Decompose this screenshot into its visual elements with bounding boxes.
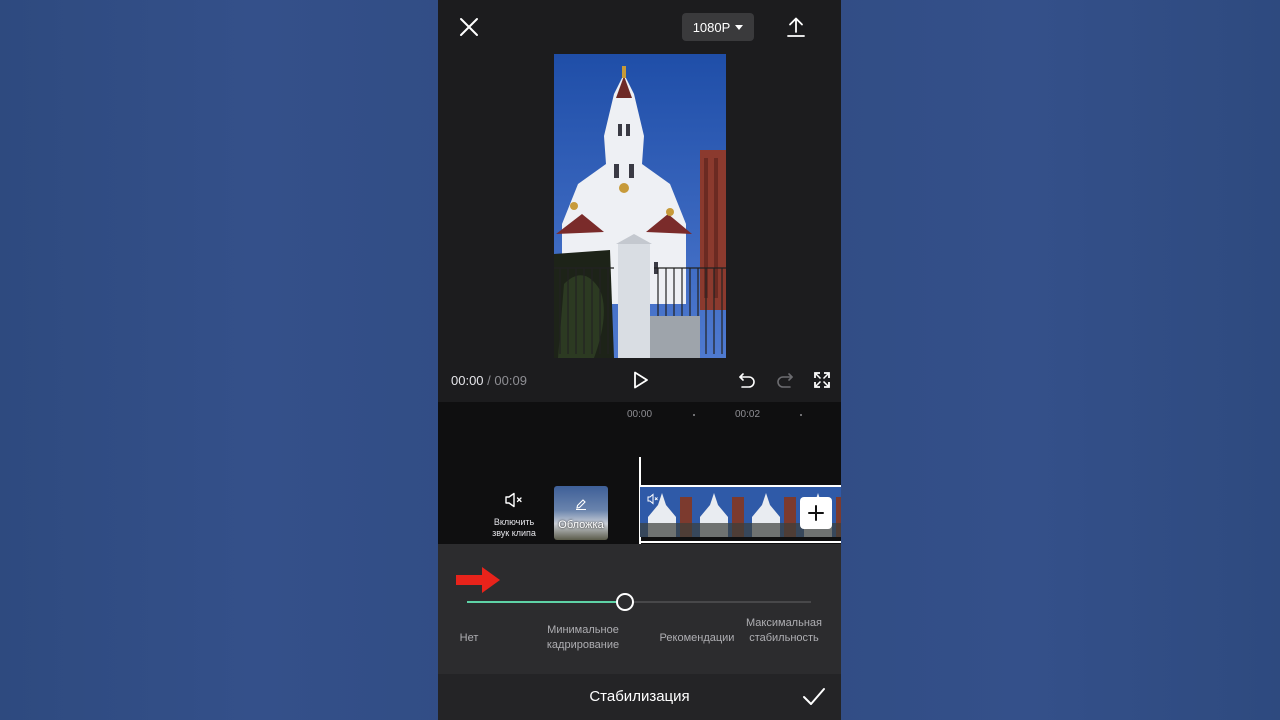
bottom-bar: Стабилизация — [438, 674, 841, 720]
close-button[interactable] — [458, 16, 480, 38]
plus-icon — [808, 505, 824, 521]
fullscreen-button[interactable] — [813, 371, 831, 389]
option-recommended[interactable]: Рекомендации — [654, 631, 740, 646]
current-time: 00:00 — [451, 373, 484, 388]
resolution-label: 1080P — [692, 19, 731, 35]
ruler-label-2s: 00:02 — [735, 409, 761, 420]
caret-down-icon — [735, 24, 744, 30]
clip-muted-icon — [647, 493, 658, 505]
cover-label: Обложка — [558, 519, 604, 531]
pencil-icon — [576, 499, 586, 510]
confirm-button[interactable] — [802, 686, 826, 708]
enable-clip-audio-button[interactable]: Включить звук клипа — [484, 492, 544, 539]
time-separator: / — [487, 373, 491, 388]
ruler-label-start: 00:00 — [627, 409, 653, 420]
editor-screen: 1080P 00:00 / 00:09 00:00 00:02 Включить… — [438, 0, 841, 720]
slider-fill — [467, 601, 626, 603]
resolution-button[interactable]: 1080P — [682, 13, 754, 41]
checkmark-icon — [803, 688, 825, 705]
enable-clip-audio-label: Включить звук клипа — [492, 517, 536, 538]
redo-button — [776, 371, 794, 389]
option-minimal-crop[interactable]: Минимальное кадрирование — [538, 623, 628, 653]
fullscreen-icon — [814, 372, 830, 388]
slider-knob[interactable] — [616, 593, 635, 611]
play-button[interactable] — [630, 370, 650, 390]
video-preview[interactable] — [554, 54, 726, 358]
ruler-dot — [800, 414, 802, 416]
stabilization-slider[interactable] — [467, 593, 811, 611]
timeline[interactable]: 00:00 00:02 Включить звук клипа Обложка — [438, 402, 841, 544]
stabilization-panel: Нет Минимальное кадрирование Рекомендаци… — [438, 544, 841, 674]
redo-icon — [777, 373, 793, 388]
undo-button[interactable] — [738, 371, 756, 389]
video-frame-image — [554, 54, 726, 358]
option-none[interactable]: Нет — [450, 631, 488, 646]
total-time: 00:09 — [494, 373, 527, 388]
player-controls: 00:00 / 00:09 — [438, 362, 841, 398]
ruler-dot — [693, 414, 695, 416]
speaker-muted-icon — [505, 492, 522, 508]
upload-icon — [787, 17, 805, 37]
time-display: 00:00 / 00:09 — [451, 373, 527, 388]
panel-title: Стабилизация — [589, 688, 690, 705]
undo-icon — [739, 373, 755, 388]
red-arrow-annotation — [456, 567, 500, 593]
option-max-stability[interactable]: Максимальная стабильность — [744, 616, 824, 646]
export-button[interactable] — [785, 15, 807, 39]
play-icon — [634, 371, 648, 389]
close-icon — [460, 18, 478, 36]
cover-button[interactable]: Обложка — [554, 486, 608, 540]
top-toolbar: 1080P — [438, 0, 841, 54]
add-clip-button[interactable] — [800, 497, 832, 529]
